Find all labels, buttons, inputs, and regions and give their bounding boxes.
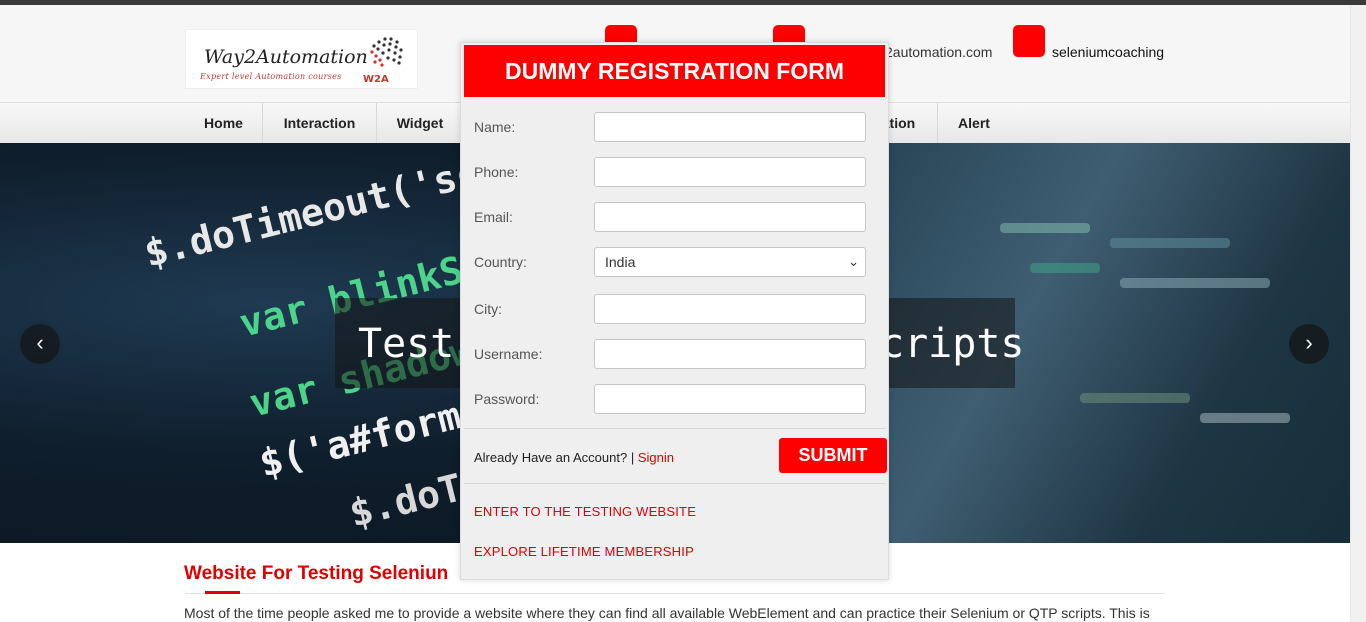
blurred-code [1200, 413, 1290, 423]
nav-alert[interactable]: Alert [938, 103, 1010, 144]
username-label: Username: [474, 346, 543, 362]
title-underline-accent [205, 591, 240, 594]
account-prompt: Already Have an Account? | Signin [474, 450, 674, 465]
blurred-code [1120, 278, 1270, 288]
header-email[interactable]: y2automation.com [878, 44, 992, 60]
form-divider [464, 483, 885, 484]
nav-interaction[interactable]: Interaction [263, 103, 377, 144]
logo-brand: Way2Automation [204, 46, 368, 68]
nav-widget[interactable]: Widget [377, 103, 463, 144]
signin-link[interactable]: Signin [638, 450, 674, 465]
next-slide-button[interactable]: › [1289, 324, 1329, 364]
content-title: Website For Testing Seleniun [184, 563, 449, 584]
banner-caption-right: cripts [880, 321, 1025, 367]
header-skype[interactable]: seleniumcoaching [1052, 44, 1164, 60]
form-row-email: Email: [461, 202, 890, 232]
blurred-code [1030, 263, 1100, 273]
form-row-city: City: [461, 294, 890, 324]
title-underline [185, 593, 1165, 594]
page-scrollbar[interactable] [1350, 5, 1366, 622]
form-row-phone: Phone: [461, 157, 890, 187]
logo-dots-icon [370, 37, 403, 67]
username-input[interactable] [594, 339, 866, 369]
form-divider [464, 428, 885, 429]
email-label: Email: [474, 209, 513, 225]
blurred-code [1000, 223, 1090, 233]
logo-tagline: Expert level Automation courses [200, 72, 342, 81]
email-input[interactable] [594, 202, 866, 232]
modal-title: DUMMY REGISTRATION FORM [464, 45, 885, 97]
blurred-code [1080, 393, 1190, 403]
password-label: Password: [474, 391, 540, 407]
testing-website-link[interactable]: ENTER TO THE TESTING WEBSITE [474, 504, 696, 519]
phone-label: Phone: [474, 164, 519, 180]
nav-home[interactable]: Home [185, 103, 263, 144]
name-label: Name: [474, 119, 516, 135]
site-logo[interactable]: Way2Automation Expert level Automation c… [185, 29, 418, 89]
blurred-code [1110, 238, 1230, 248]
prev-slide-button[interactable]: ‹ [20, 324, 60, 364]
submit-button[interactable]: SUBMIT [779, 438, 887, 473]
form-row-country: Country: India ⌄ [461, 247, 890, 277]
city-input[interactable] [594, 294, 866, 324]
registration-modal: DUMMY REGISTRATION FORM Name: Phone: Ema… [460, 42, 889, 580]
banner-caption-left: Test [358, 321, 455, 367]
form-row-username: Username: [461, 339, 890, 369]
content-paragraph: Most of the time people asked me to prov… [184, 605, 1150, 621]
city-label: City: [474, 301, 502, 317]
logo-mark: W2A [363, 74, 389, 85]
country-select[interactable]: India ⌄ [594, 247, 866, 277]
country-selected-value: India [605, 254, 636, 270]
form-row-password: Password: [461, 384, 890, 414]
name-input[interactable] [594, 112, 866, 142]
form-row-name: Name: [461, 112, 890, 142]
country-label: Country: [474, 254, 527, 270]
lifetime-membership-link[interactable]: EXPLORE LIFETIME MEMBERSHIP [474, 544, 694, 559]
chevron-down-icon: ⌄ [848, 254, 859, 269]
password-input[interactable] [594, 384, 866, 414]
account-text: Already Have an Account? | [474, 450, 635, 465]
skype-icon [1013, 25, 1045, 57]
phone-input[interactable] [594, 157, 866, 187]
